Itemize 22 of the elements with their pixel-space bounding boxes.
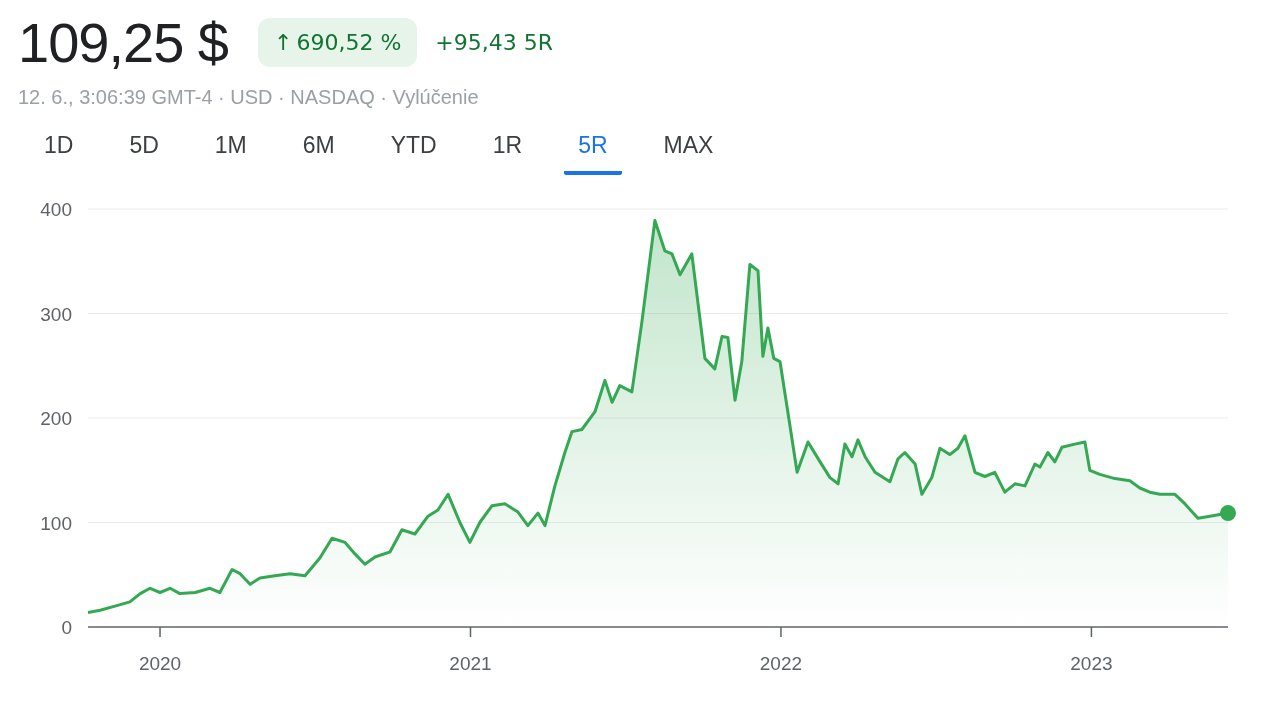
current-price-dot: [1220, 505, 1236, 522]
value-change: +95,43 5R: [435, 29, 553, 55]
range-tab[interactable]: 5R: [564, 122, 622, 175]
stock-price: 109,25 $: [18, 9, 228, 75]
x-axis-label: 2021: [449, 653, 492, 674]
x-axis-label: 2020: [138, 653, 182, 674]
y-axis-label: 0: [61, 617, 72, 638]
range-tab[interactable]: MAX: [649, 122, 728, 175]
y-axis-label: 200: [40, 408, 72, 429]
range-tab[interactable]: 1R: [478, 122, 537, 175]
y-axis-label: 300: [40, 303, 72, 325]
range-tab[interactable]: 1D: [30, 122, 88, 175]
range-tab[interactable]: YTD: [376, 122, 451, 175]
percent-change-badge: ↑ 690,52 %: [258, 17, 418, 67]
x-axis-label: 2023: [1070, 653, 1113, 674]
range-tab[interactable]: 1M: [200, 122, 261, 175]
y-axis-label: 400: [40, 199, 72, 220]
x-axis-label: 2022: [759, 653, 803, 674]
range-tab[interactable]: 6M: [288, 122, 349, 175]
quote-timestamp: 12. 6., 3:06:39 GMT-4 · USD · NASDAQ · Vylúčenie: [17, 85, 480, 110]
y-axis-label: 100: [40, 512, 72, 534]
range-tab[interactable]: 5D: [115, 122, 173, 175]
